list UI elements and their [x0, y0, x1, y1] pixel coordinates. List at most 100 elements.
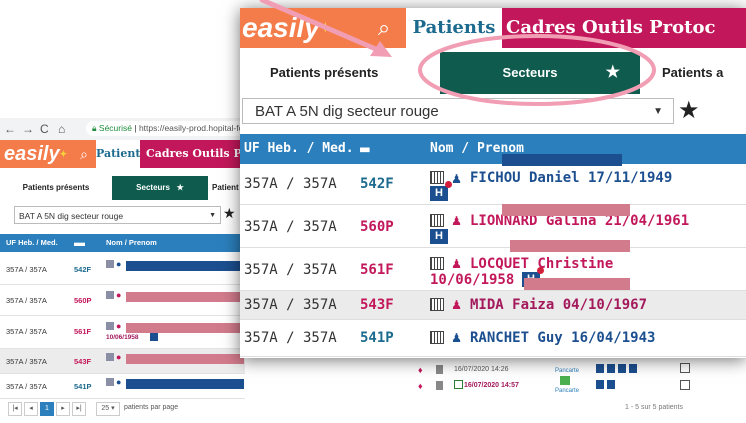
easily-logo: easily✦	[0, 140, 72, 168]
barcode-icon	[106, 353, 114, 361]
row-checkbox[interactable]	[680, 380, 690, 390]
tab-secteurs[interactable]: Secteurs ★	[112, 176, 208, 200]
patient-name[interactable]: FICHOU Daniel 17/11/1949	[470, 170, 672, 186]
hospital-badge-icon	[150, 333, 158, 341]
tab-secteurs[interactable]: Secteurs ★	[440, 52, 640, 94]
per-page-label: patients par page	[124, 404, 179, 411]
back-arrow-icon[interactable]: ←	[4, 122, 16, 136]
reload-icon[interactable]: C	[40, 122, 49, 136]
last-page-button[interactable]: ▸|	[72, 402, 86, 416]
uf-cell: 357A / 357A	[244, 330, 337, 346]
care-icons[interactable]	[596, 364, 640, 373]
bed-cell: 541P	[74, 382, 92, 391]
birth-date: 10/06/1958	[106, 334, 139, 341]
bed-cell: 542F	[360, 176, 394, 192]
pancarte-link[interactable]: Pancarte	[555, 368, 579, 374]
star-icon: ★	[605, 64, 620, 81]
barcode-icon	[430, 257, 444, 270]
prev-page-button[interactable]: ◂	[24, 402, 38, 416]
chevron-down-icon: ▼	[209, 212, 216, 219]
next-page-button[interactable]: ▸	[56, 402, 70, 416]
tube-icon: ♦	[418, 381, 423, 391]
first-page-button[interactable]: |◂	[8, 402, 22, 416]
bed-cell: 560P	[360, 219, 394, 235]
uf-cell: 357A / 357A	[6, 327, 47, 336]
home-icon[interactable]: ⌂	[58, 122, 65, 136]
secteurs-label: Secteurs	[502, 65, 558, 80]
tab-patients-presents[interactable]: Patients présents	[6, 176, 106, 200]
tab-patients[interactable]: Patients	[96, 140, 147, 168]
patient-birthdate: 10/06/1958	[430, 272, 515, 288]
favorite-star-icon[interactable]: ★	[678, 96, 700, 125]
uf-cell: 357A / 357A	[6, 382, 47, 391]
uf-cell: 357A / 357A	[6, 357, 47, 366]
uf-cell: 357A / 357A	[6, 296, 47, 305]
barcode-icon	[430, 171, 444, 184]
male-patient-icon: ♟	[452, 169, 462, 187]
table-row[interactable]: 357A / 357A 560P ♟ LIONNARD Galina 21/04…	[240, 205, 746, 248]
bed-icon: ▬	[360, 139, 370, 158]
bed-cell: 543F	[74, 357, 92, 366]
tab-patients[interactable]: Patients	[406, 8, 502, 48]
male-patient-icon: ●	[116, 377, 122, 387]
tab-patients-other[interactable]: Patient	[212, 176, 239, 200]
timestamp: 16/07/2020 14:26	[454, 366, 509, 373]
pancarte-link[interactable]: Pancarte	[555, 388, 579, 394]
bed-cell: 561F	[74, 327, 92, 336]
tab-cadres-outils-protoc[interactable]: Cadres Outils Protoc	[502, 8, 746, 48]
barcode-icon	[106, 322, 114, 330]
page-size-select[interactable]: 25 ▾	[96, 402, 120, 416]
pagination-summary: 1 - 5 sur 5 patients	[625, 404, 683, 411]
pancarte-icon[interactable]	[560, 376, 570, 385]
table-row[interactable]: 357A / 357A 543F ●	[0, 349, 245, 374]
uf-cell: 357A / 357A	[244, 219, 337, 235]
tube-icon: ♦	[418, 365, 423, 375]
sector-select[interactable]: BAT A 5N dig secteur rouge ▼	[242, 98, 674, 124]
patient-name[interactable]: MIDA Faiza 04/10/1967	[470, 297, 647, 313]
bed-icon: ▬	[74, 237, 85, 249]
tab-cadres-outils[interactable]: Cadres Outils Prot	[140, 140, 260, 168]
tab-patients-other[interactable]: Patients a	[662, 48, 723, 98]
header-uf: UF Heb. / Med.	[6, 238, 58, 247]
search-icon[interactable]: ⌕	[362, 8, 406, 48]
sub-navigation: Patients présents Secteurs ★ Patients a	[240, 48, 746, 98]
barcode-icon	[430, 298, 444, 311]
bed-cell: 561F	[360, 262, 394, 278]
barcode-icon	[430, 214, 444, 227]
patient-name[interactable]: RANCHET Guy 16/04/1943	[470, 330, 655, 346]
male-patient-icon: ●	[116, 259, 122, 269]
female-patient-icon: ●	[116, 352, 122, 362]
redacted-name	[126, 379, 244, 389]
search-icon[interactable]: ⌕	[72, 140, 96, 168]
uf-cell: 357A / 357A	[244, 297, 337, 313]
redacted-name	[126, 292, 244, 302]
barcode-icon	[106, 260, 114, 268]
table-header: UF Heb. / Med. ▬ Nom / Prenom	[0, 234, 240, 252]
female-patient-icon: ●	[116, 321, 122, 331]
table-row[interactable]: 357A / 357A 561F ● 10/06/1958	[0, 316, 245, 349]
page-1-button[interactable]: 1	[40, 402, 54, 416]
document-icon	[436, 365, 443, 374]
table-row[interactable]: 357A / 357A 542F ♟ FICHOU Daniel 17/11/1…	[240, 164, 746, 205]
document-icon	[436, 381, 443, 390]
sector-select[interactable]: BAT A 5N dig secteur rouge ▼	[14, 206, 221, 224]
row-checkbox[interactable]	[680, 363, 690, 373]
table-row[interactable]: 357A / 357A 543F ♟ MIDA Faiza 04/10/1967	[240, 291, 746, 320]
table-row[interactable]: 357A / 357A 541P ♟ RANCHET Guy 16/04/194…	[240, 320, 746, 357]
table-row[interactable]: 357A / 357A 561F ♟ LOCQUET Christine 10/…	[240, 248, 746, 291]
check-icon	[454, 380, 463, 389]
care-icons[interactable]	[596, 380, 618, 389]
redaction-bar	[502, 154, 622, 166]
chevron-down-icon: ▼	[653, 106, 663, 117]
female-patient-icon: ●	[116, 290, 122, 300]
easily-logo: easily✦	[240, 8, 362, 48]
forward-arrow-icon[interactable]: →	[22, 122, 34, 136]
redacted-name	[126, 261, 244, 271]
star-icon[interactable]: ★	[223, 205, 236, 222]
table-row[interactable]: 357A / 357A 542F ●	[0, 254, 245, 285]
barcode-icon	[106, 291, 114, 299]
redaction-bar	[524, 278, 630, 290]
table-row[interactable]: 357A / 357A 560P ●	[0, 285, 245, 316]
table-row[interactable]: 357A / 357A 541P ●	[0, 374, 245, 399]
tab-patients-presents[interactable]: Patients présents	[270, 48, 378, 98]
